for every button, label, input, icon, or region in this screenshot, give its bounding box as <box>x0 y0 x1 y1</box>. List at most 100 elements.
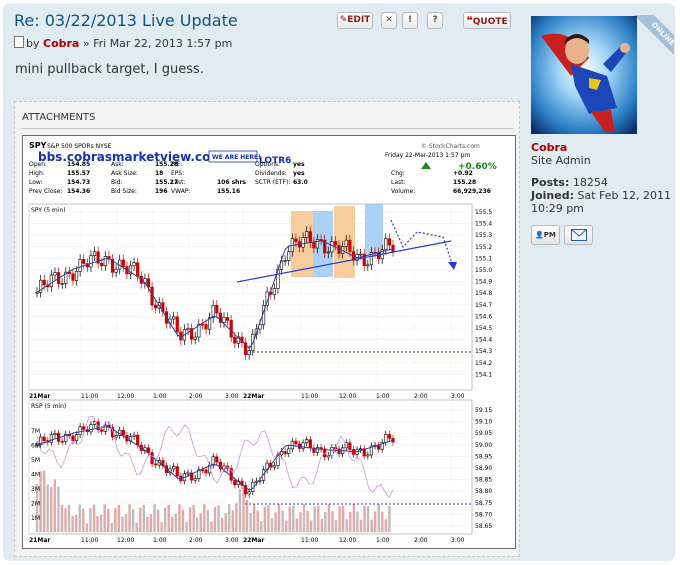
candle <box>35 291 39 294</box>
volume-bar <box>135 522 138 532</box>
post-title[interactable]: Re: 03/22/2013 Live Update <box>14 11 238 30</box>
volume-bar <box>71 515 74 532</box>
candle <box>89 424 93 433</box>
divider <box>21 128 513 129</box>
profile-stats: Posts: 18254 Joined: Sat Feb 12, 2011 10… <box>531 176 671 215</box>
price-tick: 154.1 <box>475 371 492 378</box>
forum-post: Re: 03/22/2013 Live Update by Cobra » Fr… <box>3 3 675 561</box>
time-label: 11:00 <box>301 393 318 400</box>
time-label: 1:00 <box>376 393 390 400</box>
candle <box>71 273 75 281</box>
candle <box>301 237 305 248</box>
volume-bar <box>260 520 263 532</box>
field-value: 154.73 <box>67 179 90 186</box>
volume-bar <box>317 505 320 532</box>
candle <box>103 424 107 432</box>
candle <box>146 278 151 288</box>
info-icon: ? <box>432 15 438 25</box>
volume-bar <box>163 507 167 532</box>
volume-bar <box>377 504 380 532</box>
candle <box>154 304 158 309</box>
volume-bar <box>213 506 217 532</box>
stock-chart: SPY S&P 500 SPDRs NYSE © StockCharts.com… <box>28 141 497 544</box>
candle <box>114 268 118 273</box>
volume-bar <box>381 511 384 532</box>
volume-bar <box>292 505 295 532</box>
edit-button[interactable]: ✎EDIT <box>337 12 373 29</box>
volume-bar <box>281 510 284 532</box>
volume-tick: 1M <box>31 515 40 522</box>
time-axis-top: 21Mar 11:00 12:00 1:00 2:00 3:00 22Mar 11:00 12:… <box>29 393 465 400</box>
volume-bar <box>181 509 185 532</box>
time-label: 1:00 <box>376 537 390 544</box>
candle <box>146 447 151 453</box>
candle <box>326 251 330 254</box>
candle <box>305 231 309 238</box>
volume-bar <box>85 523 89 532</box>
candle <box>42 279 46 286</box>
field-value: yes <box>293 170 305 177</box>
post-author[interactable]: Cobra <box>43 37 79 50</box>
volume-bar <box>370 519 373 532</box>
quote-button[interactable]: ❝QUOTE <box>463 12 511 29</box>
volume-bar <box>53 479 56 532</box>
avatar[interactable] <box>531 16 637 134</box>
volume-bar <box>224 513 227 532</box>
candle <box>78 258 82 272</box>
post-icon[interactable] <box>14 36 24 48</box>
volume-bar <box>174 513 178 532</box>
candle <box>175 316 179 333</box>
candle <box>330 241 334 253</box>
field-value: 18 <box>155 170 163 177</box>
email-button[interactable] <box>564 225 593 245</box>
delete-button[interactable]: ✕ <box>381 12 397 29</box>
online-label: ONLINE <box>633 15 674 64</box>
time-label: 12:00 <box>339 537 356 544</box>
price-tick: 154.3 <box>475 348 492 355</box>
report-button[interactable]: ! <box>402 12 418 29</box>
volume-bar <box>74 514 78 532</box>
volume-bar <box>192 505 195 532</box>
by-label: by <box>26 37 40 50</box>
volume-bar <box>228 504 231 532</box>
volume-bar <box>178 504 181 532</box>
volume-bar <box>288 506 291 532</box>
price-tick: 155.0 <box>475 267 492 274</box>
field-value: 155.16 <box>217 188 240 195</box>
candle <box>132 262 136 267</box>
post-count[interactable]: 18254 <box>573 176 608 189</box>
candle <box>348 442 352 450</box>
chart-image[interactable]: SPY S&P 500 SPDRs NYSE © StockCharts.com… <box>22 135 516 549</box>
candle <box>150 452 154 465</box>
candle <box>53 272 57 276</box>
time-axis-bottom: 21Mar 11:00 12:00 1:00 2:00 3:00 22Mar 11:00 12:… <box>29 537 465 544</box>
rsp-axis: 59.15 59.10 59.05 59.00 58.95 58.90 58.85 58.80… <box>475 407 492 530</box>
field-label: EPS: <box>171 170 184 177</box>
joined-label: Joined: <box>531 189 574 202</box>
volume-bar <box>295 518 299 532</box>
volume-bar <box>306 510 309 532</box>
pm-button[interactable]: 👤PM <box>531 225 560 245</box>
volume-bar <box>220 517 224 532</box>
volume-bar <box>103 504 106 532</box>
candle <box>186 328 190 330</box>
info-button[interactable]: ? <box>427 12 443 29</box>
candle <box>377 252 381 260</box>
field-label: Dividends: <box>255 170 287 177</box>
profile-name[interactable]: Cobra <box>531 141 567 154</box>
volume-bar <box>160 522 163 532</box>
volume-bar <box>185 521 188 532</box>
volume-bar <box>121 516 124 532</box>
time-label: 3:00 <box>225 537 239 544</box>
volume-bar <box>366 505 370 532</box>
time-label: 2:00 <box>189 393 203 400</box>
candle <box>121 259 125 267</box>
chart-source: © StockCharts.com <box>421 143 480 150</box>
candle <box>359 448 363 450</box>
candle <box>136 434 140 446</box>
quote-fields: Open: 154.85 High: 155.57 Low: 154.73 Prev Clo… <box>29 161 491 195</box>
time-label: 12:00 <box>117 537 134 544</box>
volume-tick: 6M <box>31 443 40 450</box>
highlight-orange-2 <box>334 206 355 278</box>
volume-bar <box>238 488 242 532</box>
